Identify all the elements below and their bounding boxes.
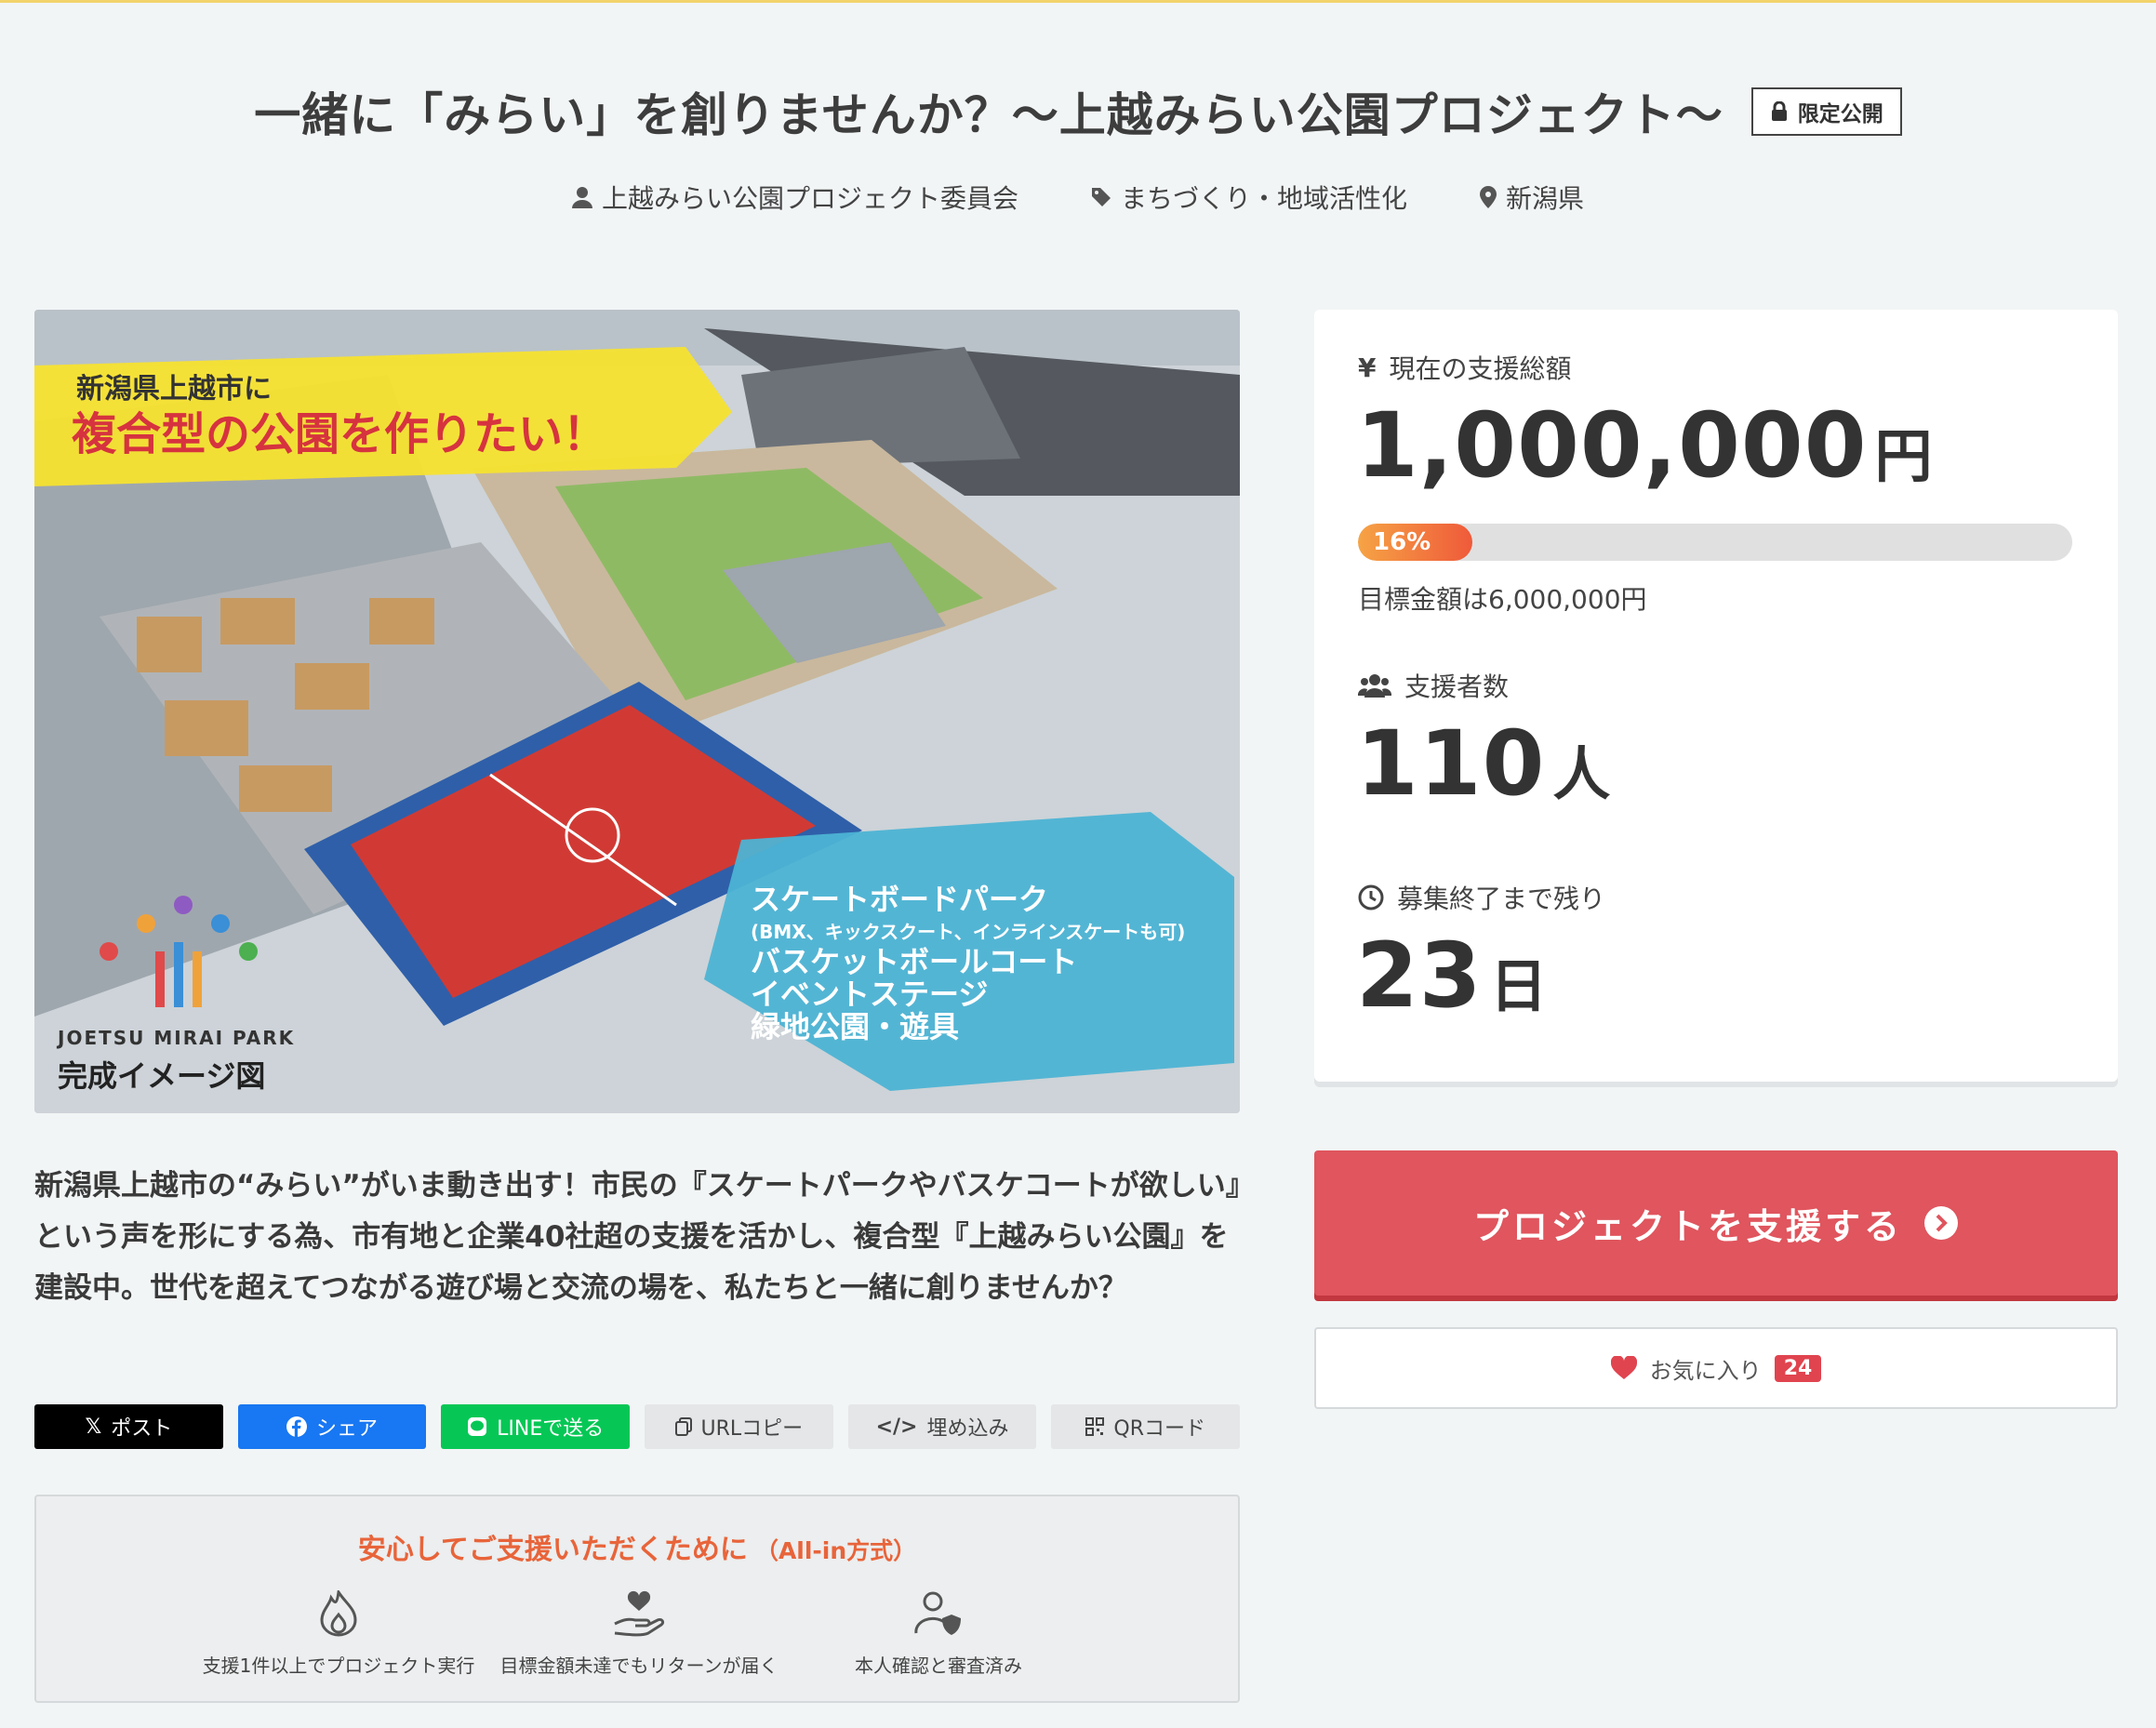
hero-feature: イベントステージ bbox=[751, 977, 988, 1012]
heart-hand-icon bbox=[614, 1590, 665, 1637]
yen-icon: ¥ bbox=[1358, 352, 1377, 383]
funding-progress-bar: 16% bbox=[1358, 524, 2072, 561]
funding-progress-fill: 16% bbox=[1358, 524, 1472, 561]
qr-code-button[interactable]: QRコード bbox=[1051, 1404, 1241, 1449]
category-link[interactable]: まちづくり・地域活性化 bbox=[1091, 179, 1407, 216]
share-line-label: LINEで送る bbox=[497, 1417, 605, 1441]
hero-feature: バスケットボールコート bbox=[751, 944, 1077, 979]
amount-label: ¥ 現在の支援総額 bbox=[1358, 349, 1572, 386]
location-name: 新潟県 bbox=[1506, 183, 1585, 214]
hero-caption: 完成イメージ図 bbox=[58, 1058, 265, 1094]
hero-headline-large: 複合型の公園を作りたい！ bbox=[72, 408, 607, 460]
assurance-title: 安心してご支援いただくために （All-in方式） bbox=[36, 1526, 1238, 1567]
copy-url-label: URLコピー bbox=[700, 1417, 804, 1441]
verified-user-icon bbox=[914, 1591, 961, 1635]
share-buttons: 𝕏 ポスト シェア LINEで送る URLコピー </> 埋め込み QRコード bbox=[34, 1404, 1241, 1449]
amount-label-text: 現在の支援総額 bbox=[1389, 353, 1572, 384]
share-x-button[interactable]: 𝕏 ポスト bbox=[34, 1404, 223, 1449]
facebook-icon bbox=[286, 1416, 307, 1437]
assurance-item: 本人確認と審査済み bbox=[790, 1588, 1087, 1678]
assurance-item-label: 本人確認と審査済み bbox=[855, 1655, 1022, 1677]
hero-image[interactable]: 新潟県上越市に 複合型の公園を作りたい！ スケートボードパーク (BMX、キック… bbox=[34, 310, 1240, 1113]
chevron-right-circle-icon bbox=[1924, 1206, 1958, 1240]
supporters-value: 110 人 bbox=[1356, 711, 1611, 816]
category-name: まちづくり・地域活性化 bbox=[1120, 183, 1407, 214]
map-pin-icon bbox=[1480, 186, 1497, 208]
supporters-label-text: 支援者数 bbox=[1404, 671, 1510, 702]
x-logo-icon: 𝕏 bbox=[85, 1415, 102, 1439]
heart-icon bbox=[1610, 1356, 1637, 1379]
location-link[interactable]: 新潟県 bbox=[1480, 179, 1584, 216]
share-line-button[interactable]: LINEで送る bbox=[441, 1404, 631, 1449]
owner-link[interactable]: 上越みらい公園プロジェクト委員会 bbox=[571, 179, 1018, 216]
supporters-label: 支援者数 bbox=[1358, 667, 1509, 704]
top-accent-strip bbox=[0, 0, 2156, 3]
supporters-number: 110 bbox=[1356, 711, 1546, 816]
supporters-unit: 人 bbox=[1552, 740, 1612, 808]
share-facebook-label: シェア bbox=[316, 1417, 379, 1441]
project-meta: 上越みらい公園プロジェクト委員会 まちづくり・地域活性化 新潟県 bbox=[0, 179, 2156, 216]
amount-value: 1,000,000 円 bbox=[1356, 393, 1934, 498]
copy-url-button[interactable]: URLコピー bbox=[645, 1404, 833, 1449]
assurance-title-text: 安心してご支援いただくために bbox=[357, 1534, 748, 1566]
goal-amount: 目標金額は6,000,000円 bbox=[1358, 584, 1647, 615]
hero-headline-small: 新潟県上越市に bbox=[76, 373, 272, 405]
remaining-label-text: 募集終了まで残り bbox=[1397, 884, 1606, 914]
title-row: 一緒に「みらい」を創りませんか？〜上越みらい公園プロジェクト〜 限定公開 bbox=[0, 78, 2156, 145]
share-facebook-button[interactable]: シェア bbox=[237, 1404, 427, 1449]
clock-icon bbox=[1358, 884, 1384, 911]
qr-code-icon bbox=[1085, 1417, 1105, 1436]
project-summary: 新潟県上越市の“みらい”がいま動き出す！市民の『スケートパークやバスケコートが欲… bbox=[34, 1169, 1241, 1305]
copy-icon bbox=[674, 1417, 692, 1436]
visibility-badge: 限定公開 bbox=[1750, 87, 1902, 136]
visibility-badge-label: 限定公開 bbox=[1797, 102, 1883, 126]
remaining-value: 23 日 bbox=[1356, 924, 1549, 1028]
line-icon bbox=[468, 1417, 487, 1436]
assurance-item-label: 支援1件以上でプロジェクト実行 bbox=[202, 1655, 475, 1677]
remaining-label: 募集終了まで残り bbox=[1358, 879, 1605, 916]
qr-code-label: QRコード bbox=[1113, 1417, 1205, 1441]
hero-feature: スケートボードパーク bbox=[751, 882, 1048, 917]
share-x-label: ポスト bbox=[111, 1417, 173, 1441]
code-icon: </> bbox=[875, 1415, 918, 1439]
funding-stats-card: ¥ 現在の支援総額 1,000,000 円 16% 目標金額は6,000,000円… bbox=[1314, 310, 2118, 1082]
support-project-button[interactable]: プロジェクトを支援する bbox=[1314, 1150, 2118, 1296]
owner-name: 上越みらい公園プロジェクト委員会 bbox=[601, 183, 1018, 214]
user-icon bbox=[571, 187, 592, 208]
hero-feature: (BMX、キックスクート、インラインスケートも可) bbox=[751, 921, 1185, 943]
users-icon bbox=[1358, 674, 1391, 698]
amount-number: 1,000,000 bbox=[1356, 393, 1868, 498]
remaining-number: 23 bbox=[1356, 924, 1483, 1028]
favorite-count-badge: 24 bbox=[1774, 1354, 1822, 1382]
page-title: 一緒に「みらい」を創りませんか？〜上越みらい公園プロジェクト〜 bbox=[254, 88, 1723, 142]
remaining-unit: 日 bbox=[1489, 952, 1549, 1020]
embed-label: 埋め込み bbox=[926, 1417, 1009, 1441]
assurance-item: 目標金額未達でもリターンが届く bbox=[490, 1588, 788, 1678]
assurance-item-label: 目標金額未達でもリターンが届く bbox=[499, 1655, 779, 1677]
lock-icon bbox=[1771, 101, 1787, 121]
flame-icon bbox=[320, 1590, 357, 1637]
embed-button[interactable]: </> 埋め込み bbox=[847, 1404, 1037, 1449]
support-project-label: プロジェクトを支援する bbox=[1472, 1205, 1903, 1247]
amount-unit: 円 bbox=[1874, 422, 1934, 490]
assurance-item: 支援1件以上でプロジェクト実行 bbox=[190, 1588, 487, 1678]
assurance-subtitle: （All-in方式） bbox=[754, 1537, 917, 1564]
tag-icon bbox=[1091, 188, 1111, 206]
hero-feature: 緑地公園・遊具 bbox=[751, 1009, 959, 1044]
assurance-box: 安心してご支援いただくために （All-in方式） 支援1件以上でプロジェクト実行… bbox=[34, 1495, 1240, 1703]
favorite-button[interactable]: お気に入り 24 bbox=[1314, 1327, 2118, 1409]
park-logo-text: JOETSU MIRAI PARK bbox=[56, 1027, 295, 1049]
favorite-label: お気に入り bbox=[1649, 1357, 1762, 1384]
